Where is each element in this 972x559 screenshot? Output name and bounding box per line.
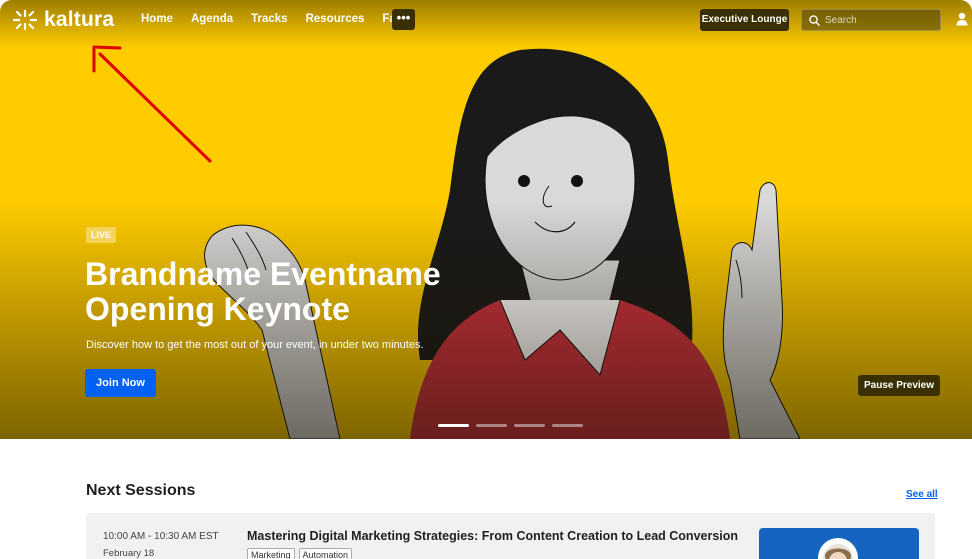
- more-menu-button[interactable]: •••: [392, 9, 415, 30]
- session-date: February 18: [103, 548, 155, 559]
- hero-title-line-1: Brandname Eventname: [85, 256, 441, 292]
- session-title[interactable]: Mastering Digital Marketing Strategies: …: [247, 529, 738, 543]
- session-tag[interactable]: Marketing: [247, 548, 295, 559]
- nav-tracks[interactable]: Tracks: [251, 13, 287, 25]
- executive-lounge-button[interactable]: Executive Lounge: [700, 9, 789, 31]
- carousel-indicators: [438, 424, 583, 427]
- nav-resources[interactable]: Resources: [306, 13, 365, 25]
- hero-title-line-2: Opening Keynote: [85, 291, 350, 327]
- carousel-dot-1[interactable]: [438, 424, 469, 427]
- nav-home[interactable]: Home: [141, 13, 173, 25]
- carousel-dot-4[interactable]: [552, 424, 583, 427]
- carousel-dot-2[interactable]: [476, 424, 507, 427]
- see-all-link[interactable]: See all: [906, 489, 938, 500]
- session-tags: Marketing Automation: [247, 548, 353, 559]
- nav-agenda[interactable]: Agenda: [191, 13, 233, 25]
- hero-subtitle: Discover how to get the most out of your…: [86, 339, 424, 351]
- search-input[interactable]: [825, 14, 935, 26]
- logo[interactable]: kaltura: [12, 8, 114, 32]
- session-time: 10:00 AM - 10:30 AM EST: [103, 531, 219, 542]
- kaltura-sun-icon: [12, 9, 38, 31]
- user-icon[interactable]: [956, 12, 968, 26]
- pause-preview-button[interactable]: Pause Preview: [858, 375, 940, 396]
- hero-title: Brandname Eventname Opening Keynote: [85, 257, 605, 327]
- session-tag[interactable]: Automation: [298, 548, 353, 559]
- carousel-dot-3[interactable]: [514, 424, 545, 427]
- speaker-avatar: [818, 538, 858, 559]
- session-card[interactable]: 10:00 AM - 10:30 AM EST February 18 Mast…: [86, 513, 935, 559]
- session-thumbnail[interactable]: [759, 528, 919, 559]
- search-box[interactable]: [801, 9, 941, 31]
- nav-links: Home Agenda Tracks Resources Faq: [141, 13, 421, 25]
- join-now-button[interactable]: Join Now: [85, 369, 156, 397]
- top-nav: kaltura Home Agenda Tracks Resources Faq…: [0, 0, 972, 40]
- search-icon: [809, 14, 820, 26]
- page: kaltura Home Agenda Tracks Resources Faq…: [0, 0, 972, 559]
- next-sessions-title: Next Sessions: [86, 482, 196, 499]
- live-badge: LIVE: [86, 227, 117, 243]
- logo-text: kaltura: [44, 8, 115, 31]
